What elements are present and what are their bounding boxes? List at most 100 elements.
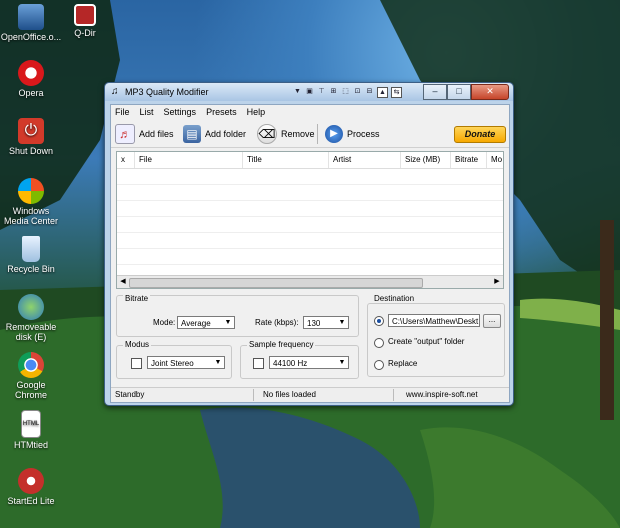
desktop-icon-started-lite[interactable]: StartEd Lite (0, 468, 62, 506)
add-folder-button[interactable]: ▤ Add folder (183, 125, 246, 143)
scroll-right-icon[interactable]: ▶ (492, 277, 502, 287)
mode-select[interactable]: Average ▼ (177, 316, 235, 329)
column-header-x[interactable]: x (117, 152, 135, 168)
tray-icon[interactable]: ⇆ (391, 87, 402, 98)
menu-list[interactable]: List (140, 105, 154, 119)
destination-path-radio[interactable] (374, 316, 384, 326)
replace-label: Replace (388, 359, 418, 368)
windows-logo-icon (18, 178, 44, 204)
desktop-icon-label: Shut Down (8, 146, 54, 156)
minimize-button[interactable]: ‒ (423, 84, 447, 100)
sample-frequency-checkbox[interactable] (253, 358, 264, 369)
desktop-icon-media-center[interactable]: Windows Media Center (0, 178, 62, 226)
desktop-icon-opera[interactable]: Opera (0, 60, 62, 98)
roll-up-icon[interactable]: ▲ (377, 87, 388, 98)
file-list[interactable]: x File Title Artist Size (MB) Bitrate Mo… (116, 151, 504, 289)
status-website[interactable]: www.inspire-soft.net (406, 388, 478, 402)
pin-icon[interactable]: ⊤ (317, 87, 326, 96)
desktop-icon-label: Opera (18, 88, 44, 98)
process-button[interactable]: ▶ Process (325, 125, 380, 143)
title-bar[interactable]: ♫ MP3 Quality Modifier ▼ ▣ ⊤ ⊞ ⬚ ⊡ ⊟ ▲ ⇆… (105, 83, 513, 101)
titlebar-extra-buttons: ▼ ▣ ⊤ ⊞ ⬚ ⊡ ⊟ ▲ ⇆ (293, 87, 402, 98)
column-header-artist[interactable]: Artist (329, 152, 401, 168)
grid-icon[interactable]: ⊡ (353, 87, 362, 96)
opera-icon (18, 60, 44, 86)
dropdown-icon[interactable]: ▼ (293, 87, 302, 96)
close-button[interactable]: ✕ (471, 84, 509, 100)
donate-button[interactable]: Donate (454, 126, 506, 143)
desktop-icon-recycle-bin[interactable]: Recycle Bin (0, 236, 62, 274)
qdir-icon (74, 4, 96, 26)
desktop-icon-chrome[interactable]: Google Chrome (0, 352, 62, 400)
rate-label: Rate (kbps): (255, 318, 299, 327)
bitrate-title: Bitrate (123, 294, 151, 303)
status-files: No files loaded (263, 390, 316, 399)
desktop-icon-label: Windows Media Center (3, 206, 59, 226)
desktop-icon-removable-disk[interactable]: Removeable disk (E) (0, 294, 62, 342)
browse-button[interactable]: ... (483, 314, 501, 328)
chevron-down-icon: ▼ (338, 359, 346, 366)
desktop-icon-qdir[interactable]: Q-Dir (54, 4, 116, 38)
process-label: Process (347, 129, 380, 139)
modus-checkbox[interactable] (131, 358, 142, 369)
desktop-icon-label: Google Chrome (14, 380, 47, 400)
destination-path-field[interactable]: C:\Users\Matthew\Deskt (388, 314, 480, 327)
rate-value: 130 (307, 319, 321, 328)
sample-frequency-title: Sample frequency (247, 340, 316, 349)
toolbar: ♬ Add files ▤ Add folder ⌫ Remove ▶ Proc… (111, 121, 509, 148)
sample-frequency-select[interactable]: 44100 Hz ▼ (269, 356, 349, 369)
modus-title: Modus (123, 340, 152, 349)
column-header-title[interactable]: Title (243, 152, 329, 168)
add-file-icon: ♬ (115, 124, 135, 144)
box-icon[interactable]: ▣ (305, 87, 314, 96)
chevron-down-icon: ▼ (214, 359, 222, 366)
tile-icon[interactable]: ⊟ (365, 87, 374, 96)
modus-select[interactable]: Joint Stereo ▼ (147, 356, 225, 369)
chevron-down-icon: ▼ (338, 319, 346, 326)
mode-value: Average (181, 319, 211, 328)
desktop-icon-openoffice[interactable]: OpenOffice.o... (0, 4, 62, 42)
column-header-bitrate[interactable]: Bitrate (451, 152, 487, 168)
scroll-left-icon[interactable]: ◀ (118, 277, 128, 287)
modus-group: Modus Joint Stereo ▼ (116, 340, 232, 379)
menu-file[interactable]: File (115, 105, 130, 119)
desktop-icon-htmtied[interactable]: HTML HTMtied (0, 410, 62, 450)
mp3-quality-modifier-window: ♫ MP3 Quality Modifier ▼ ▣ ⊤ ⊞ ⬚ ⊡ ⊟ ▲ ⇆… (104, 82, 514, 406)
html-file-icon: HTML (21, 410, 41, 438)
create-output-folder-label: Create "output" folder (388, 337, 465, 346)
shrink-icon[interactable]: ⊞ (329, 87, 338, 96)
menu-help[interactable]: Help (247, 105, 266, 119)
desktop-icon-shutdown[interactable]: ⏻ Shut Down (0, 118, 62, 156)
status-state: Standby (115, 390, 145, 399)
add-files-button[interactable]: ♬ Add files (115, 124, 174, 144)
remove-button[interactable]: ⌫ Remove (257, 124, 315, 144)
recycle-bin-icon (22, 236, 40, 262)
maximize-button[interactable]: □ (447, 84, 471, 100)
status-bar: Standby No files loaded www.inspire-soft… (111, 387, 509, 402)
sample-frequency-group: Sample frequency 44100 Hz ▼ (240, 340, 359, 379)
column-header-size[interactable]: Size (MB) (401, 152, 451, 168)
folder-icon: ▤ (183, 125, 201, 143)
disk-icon (18, 294, 44, 320)
create-output-folder-radio[interactable] (374, 338, 384, 348)
row-separator (117, 264, 503, 265)
menu-presets[interactable]: Presets (206, 105, 237, 119)
window-mode-icon[interactable]: ⬚ (341, 87, 350, 96)
scroll-thumb[interactable] (129, 278, 423, 288)
list-header: x File Title Artist Size (MB) Bitrate Mo (117, 152, 503, 169)
menu-settings[interactable]: Settings (164, 105, 197, 119)
horizontal-scrollbar[interactable]: ◀ ▶ (117, 275, 503, 288)
chevron-down-icon: ▼ (224, 319, 232, 326)
desktop-icon-label: OpenOffice.o... (0, 32, 62, 42)
mode-label: Mode: (153, 318, 176, 327)
window-title: MP3 Quality Modifier (125, 87, 209, 97)
rate-select[interactable]: 130 ▼ (303, 316, 349, 329)
desktop-icon-label: StartEd Lite (7, 496, 55, 506)
remove-label: Remove (281, 129, 315, 139)
row-separator (117, 184, 503, 185)
column-header-file[interactable]: File (135, 152, 243, 168)
replace-radio[interactable] (374, 360, 384, 370)
chrome-icon (18, 352, 44, 378)
add-files-label: Add files (139, 129, 174, 139)
column-header-mode[interactable]: Mo (487, 152, 503, 168)
